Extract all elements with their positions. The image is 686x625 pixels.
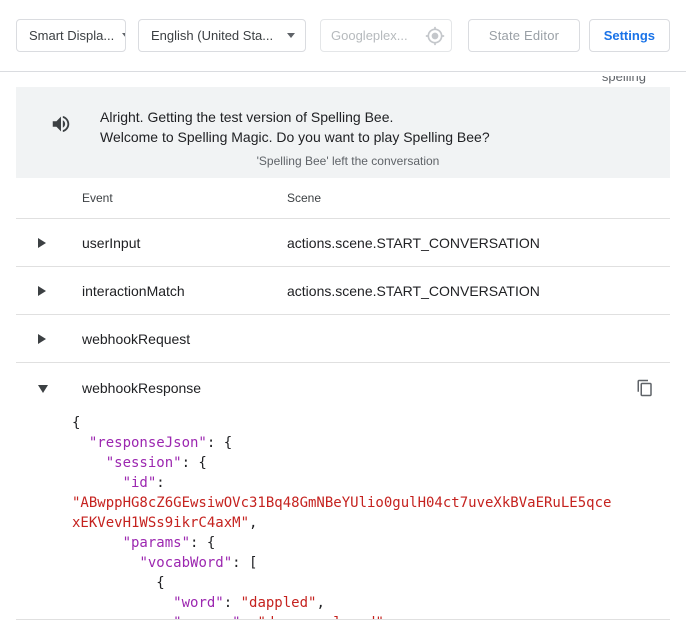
table-row[interactable]: webhookResponse (16, 363, 670, 413)
transcript-panel: Alright. Getting the test version of Spe… (16, 87, 670, 178)
event-log-table: Event Scene userInput actions.scene.STAR… (16, 178, 670, 620)
scene-name: actions.scene.START_CONVERSATION (287, 235, 670, 251)
location-input-wrap (320, 19, 452, 52)
speaker-icon[interactable] (50, 113, 72, 135)
copy-button[interactable] (632, 376, 658, 402)
log-header-event: Event (82, 191, 287, 205)
location-input[interactable] (331, 28, 423, 43)
code-line: "answer": "d,a,p,p,l,e,d" (72, 613, 615, 620)
language-select-label: English (United Sta... (151, 28, 273, 43)
collapse-arrow-icon[interactable] (38, 385, 48, 393)
json-string: "d,a,p,p,l,e,d" (257, 615, 383, 620)
clipped-text-fragment: spelling (602, 76, 646, 86)
settings-button[interactable]: Settings (589, 19, 670, 52)
code-line: { (72, 573, 615, 593)
surface-select[interactable]: Smart Displa... (16, 19, 126, 52)
copy-icon (636, 379, 654, 400)
json-string: "dappled" (241, 595, 317, 611)
expand-arrow-icon[interactable] (38, 238, 46, 248)
code-line: "id": "ABwppHG8cZ6GEwsiwOVc31Bq48GmNBeYU… (72, 473, 615, 533)
assistant-message: Alright. Getting the test version of Spe… (100, 107, 490, 147)
assistant-message-line-2: Welcome to Spelling Magic. Do you want t… (100, 127, 490, 147)
json-key: "session" (106, 455, 182, 471)
surface-select-label: Smart Displa... (29, 28, 114, 43)
json-key: "word" (173, 595, 224, 611)
chevron-down-icon (122, 33, 126, 38)
toolbar: Smart Displa... English (United Sta... S… (0, 0, 686, 72)
json-key: "params" (123, 535, 190, 551)
assistant-message-line-1: Alright. Getting the test version of Spe… (100, 107, 490, 127)
state-editor-button[interactable]: State Editor (468, 19, 580, 52)
event-name: webhookRequest (82, 331, 287, 347)
location-target-icon (425, 26, 445, 46)
chevron-down-icon (287, 33, 295, 38)
event-name: interactionMatch (82, 283, 287, 299)
json-string: "ABwppHG8cZ6GEwsiwOVc31Bq48GmNBeYUlio0gu… (72, 495, 611, 531)
json-key: "answer" (173, 615, 240, 620)
code-line: { (72, 413, 615, 433)
event-name: userInput (82, 235, 287, 251)
table-row-expanded: webhookResponse { "responseJson": { "ses… (16, 363, 670, 620)
conversation-exit-note: 'Spelling Bee' left the conversation (50, 154, 646, 168)
table-row[interactable]: interactionMatch actions.scene.START_CON… (16, 267, 670, 315)
log-header-scene: Scene (287, 191, 670, 205)
json-key: "responseJson" (89, 435, 207, 451)
code-line: "session": { (72, 453, 615, 473)
code-line: "params": { (72, 533, 615, 553)
scene-name: actions.scene.START_CONVERSATION (287, 283, 670, 299)
webhook-response-json: { "responseJson": { "session": { "id": "… (72, 413, 615, 620)
table-row[interactable]: userInput actions.scene.START_CONVERSATI… (16, 219, 670, 267)
language-select[interactable]: English (United Sta... (138, 19, 306, 52)
event-log-header: Event Scene (16, 178, 670, 219)
json-key: "vocabWord" (139, 555, 232, 571)
table-row[interactable]: webhookRequest (16, 315, 670, 363)
json-key: "id" (123, 475, 157, 491)
code-line: "vocabWord": [ (72, 553, 615, 573)
expand-arrow-icon[interactable] (38, 334, 46, 344)
code-line: "responseJson": { (72, 433, 615, 453)
code-line: "word": "dappled", (72, 593, 615, 613)
event-name: webhookResponse (82, 380, 287, 396)
expand-arrow-icon[interactable] (38, 286, 46, 296)
